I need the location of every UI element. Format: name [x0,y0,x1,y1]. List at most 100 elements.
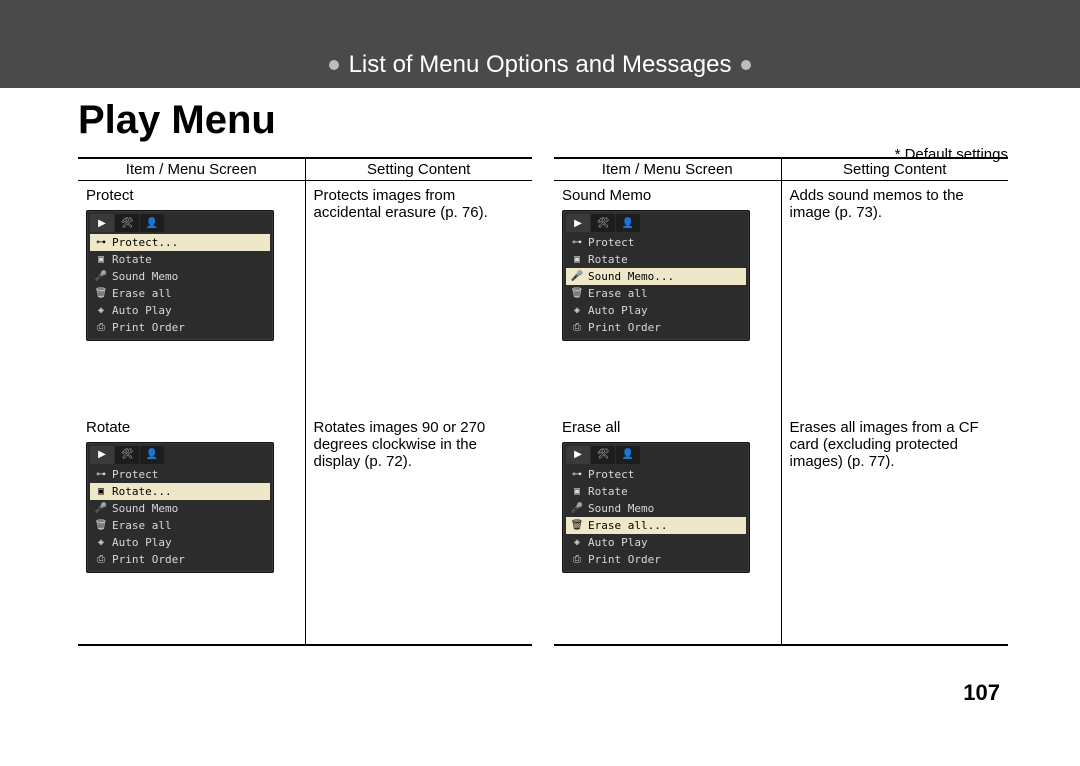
menu-item-label: Rotate [588,253,628,266]
menu-screen-graphic: ▶🛠👤 ⊶ Protect ▣ Rotate... 🎤 Sound Memo 🗑Erase a… [86,442,274,573]
menu-item-row: ▣Rotate [90,251,270,268]
menu-item-label: Rotate [588,485,628,498]
menu-item-icon: ⎙ [570,322,584,333]
menu-item-label: Erase all [112,287,172,300]
menu-item-label: Print Order [588,321,661,334]
menu-item-row: ⎙ Print Order [566,319,746,336]
menu-item-icon: ⊶ [94,237,108,248]
menu-tab-icon: ▶ [566,446,590,464]
options-table: Item / Menu ScreenSetting ContentSound M… [554,157,1008,646]
table-row: Rotate ▶🛠👤 ⊶ Protect ▣ Rotate... 🎤 Sound Memo 🗑E… [78,413,532,645]
menu-tab-icon: 👤 [616,446,640,464]
menu-screen-graphic: ▶🛠👤 ⊶Protect ▣ Rotate 🎤 Sound Memo... 🗑 Erase a… [562,210,750,341]
menu-item-row: ⊶ Protect [90,466,270,483]
menu-item-label: Print Order [588,553,661,566]
table-row: Erase all▶🛠👤⊶Protect▣Rotate🎤Sound Memo🗑E… [554,413,1008,645]
menu-item-icon: ⎙ [570,554,584,565]
item-cell: Rotate ▶🛠👤 ⊶ Protect ▣ Rotate... 🎤 Sound Memo 🗑E… [78,413,305,645]
menu-item-label: Protect [112,468,158,481]
menu-item-row: 🗑Erase all [90,517,270,534]
menu-tab-icon: 🛠 [115,446,139,464]
menu-item-label: Protect... [112,236,178,249]
setting-content-cell: Protects images from accidental erasure … [305,181,532,413]
menu-item-label: Print Order [112,321,185,334]
menu-item-row: ◈ Auto Play [566,302,746,319]
menu-item-row: ⎙ Print Order [566,551,746,568]
menu-item-row: ◈Auto Play [90,302,270,319]
page-number: 107 [963,680,1000,706]
menu-item-row: ⊶ Protect [566,466,746,483]
item-cell: Protect▶🛠👤⊶Protect...▣Rotate🎤Sound Memo🗑… [78,181,305,413]
item-name: Rotate [86,419,297,436]
menu-item-label: Erase all... [588,519,667,532]
menu-tab-icon: 🛠 [115,214,139,232]
menu-item-row: 🎤 Sound Memo [566,500,746,517]
menu-item-row: ⊶Protect [566,234,746,251]
menu-item-icon: 🗑 [570,288,584,299]
decorative-top-band [0,0,1080,42]
menu-item-icon: 🗑 [570,520,584,531]
menu-tab-icon: 👤 [140,446,164,464]
menu-tab-icon: ▶ [90,446,114,464]
menu-item-icon: 🗑 [94,520,108,531]
menu-item-icon: 🎤 [570,271,584,282]
menu-item-icon: ◈ [570,305,584,316]
column-header: Item / Menu Screen [78,158,305,181]
menu-item-icon: 🗑 [94,288,108,299]
menu-item-row: ⎙ Print Order [90,319,270,336]
menu-screen-graphic: ▶🛠👤⊶Protect...▣Rotate🎤Sound Memo🗑Erase a… [86,210,274,341]
menu-screen-graphic: ▶🛠👤⊶Protect▣Rotate🎤Sound Memo🗑Erase all.… [562,442,750,573]
menu-item-row: 🗑 Erase all [566,285,746,302]
menu-tab-icon: 🛠 [591,214,615,232]
menu-item-icon: ▣ [570,254,584,265]
menu-item-icon: ◈ [570,537,584,548]
menu-item-icon: 🎤 [94,503,108,514]
chapter-title: List of Menu Options and Messages [349,51,732,79]
menu-item-icon: ▣ [94,254,108,265]
menu-item-label: Auto Play [112,536,172,549]
menu-item-label: Protect [588,236,634,249]
menu-item-icon: ◈ [94,305,108,316]
menu-item-icon: ◈ [94,537,108,548]
menu-item-row: 🗑 Erase all [90,285,270,302]
options-table: Item / Menu ScreenSetting ContentProtect… [78,157,532,646]
table-row: Sound Memo ▶🛠👤 ⊶Protect ▣ Rotate 🎤 Sound Memo.… [554,181,1008,413]
setting-content-cell: Rotates images 90 or 270 degrees clockwi… [305,413,532,645]
menu-item-label: Rotate... [112,485,172,498]
menu-tab-icon: ▶ [566,214,590,232]
menu-item-label: Protect [588,468,634,481]
menu-item-label: Erase all [588,287,648,300]
item-cell: Erase all▶🛠👤⊶Protect▣Rotate🎤Sound Memo🗑E… [554,413,781,645]
menu-item-row: ▣Rotate [566,483,746,500]
menu-item-row: 🗑 Erase all... [566,517,746,534]
menu-tab-icon: 👤 [140,214,164,232]
menu-item-icon: ⎙ [94,554,108,565]
menu-item-icon: 🎤 [94,271,108,282]
table-row: Protect▶🛠👤⊶Protect...▣Rotate🎤Sound Memo🗑… [78,181,532,413]
item-cell: Sound Memo ▶🛠👤 ⊶Protect ▣ Rotate 🎤 Sound Memo.… [554,181,781,413]
menu-tables: Item / Menu ScreenSetting ContentProtect… [78,157,1008,646]
item-name: Erase all [562,419,773,436]
menu-item-icon: ⊶ [570,469,584,480]
menu-tab-icon: 👤 [616,214,640,232]
menu-item-label: Sound Memo [112,502,178,515]
menu-item-row: ▣ Rotate... [90,483,270,500]
menu-item-icon: ▣ [94,486,108,497]
menu-tab-icon: ▶ [90,214,114,232]
menu-item-icon: 🎤 [570,503,584,514]
menu-item-row: ◈Auto Play [566,534,746,551]
column-header: Item / Menu Screen [554,158,781,181]
menu-item-icon: ⊶ [94,469,108,480]
item-name: Sound Memo [562,187,773,204]
menu-item-row: ⎙ Print Order [90,551,270,568]
menu-item-row: ▣ Rotate [566,251,746,268]
column-header: Setting Content [305,158,532,181]
menu-item-label: Auto Play [588,304,648,317]
menu-item-label: Sound Memo... [588,270,674,283]
menu-item-label: Sound Memo [588,502,654,515]
menu-item-icon: ⎙ [94,322,108,333]
bullet-dot-icon [741,60,751,70]
menu-item-label: Print Order [112,553,185,566]
bullet-dot-icon [329,60,339,70]
menu-item-row: 🎤 Sound Memo [90,500,270,517]
